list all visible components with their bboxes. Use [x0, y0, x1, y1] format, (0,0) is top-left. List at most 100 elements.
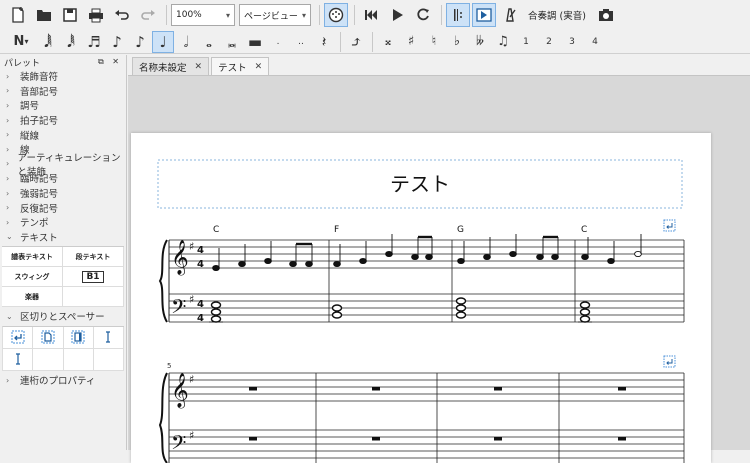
play-repeats-icon[interactable]	[446, 3, 470, 27]
palette-item-repeats[interactable]: › 反復記号	[0, 200, 126, 215]
voice-2-button[interactable]: 2	[538, 31, 560, 53]
treble-notes[interactable]	[212, 234, 642, 272]
rewind-icon[interactable]	[359, 3, 383, 27]
note-input-mode-icon[interactable]: N ▾	[6, 31, 36, 53]
tab-untitled[interactable]: 名称未設定 ✕	[132, 57, 210, 75]
staff-spacer-down-cell[interactable]	[93, 326, 124, 349]
treble-clef[interactable]: 𝄞	[171, 373, 189, 409]
voice-4-button[interactable]: 4	[584, 31, 606, 53]
close-icon[interactable]: ✕	[195, 62, 203, 72]
pan-score-icon[interactable]	[472, 3, 496, 27]
tie-icon[interactable]: ♫	[492, 31, 514, 53]
palette-item-time-signatures[interactable]: › 拍子記号	[0, 113, 126, 128]
palette-item-dynamics[interactable]: › 強弱記号	[0, 186, 126, 201]
palette-item-tempo[interactable]: › テンポ	[0, 215, 126, 230]
palette-item-text[interactable]: ⌄ テキスト	[0, 230, 126, 245]
undo-icon[interactable]	[110, 3, 134, 27]
staff-text-cell[interactable]: 譜表テキスト	[2, 247, 63, 268]
palette-item-beam-properties[interactable]: › 連桁のプロパティ	[0, 373, 126, 388]
palette-item-clefs[interactable]: › 音部記号	[0, 84, 126, 99]
bass-chords[interactable]	[209, 297, 592, 323]
open-folder-icon[interactable]	[32, 3, 56, 27]
key-signature-sharp[interactable]: ♯	[189, 240, 194, 253]
view-mode-select[interactable]: ページビュー ▾	[239, 4, 311, 26]
voice-1-button[interactable]: 1	[515, 31, 537, 53]
page-break-icon	[41, 330, 55, 344]
score-canvas[interactable]: テスト C F G C 𝄞 𝄢 ♯ ♯ 4 4 4 4 5 𝄞 𝄢 ♯ ♯	[128, 75, 750, 463]
flat-icon[interactable]: ♭	[446, 31, 468, 53]
key-signature-sharp[interactable]: ♯	[189, 293, 194, 306]
line-break-marker[interactable]	[663, 355, 676, 368]
bass-clef[interactable]: 𝄢	[171, 295, 186, 323]
voice-3-button[interactable]: 3	[561, 31, 583, 53]
longa-note-icon[interactable]: ▬	[244, 31, 266, 53]
eighth-note-icon[interactable]: ♪	[106, 31, 128, 53]
system-text-cell[interactable]: 段テキスト	[63, 247, 124, 268]
augmentation-dot-icon[interactable]: .	[267, 31, 289, 53]
score-page[interactable]: テスト C F G C 𝄞 𝄢 ♯ ♯ 4 4 4 4 5 𝄞 𝄢 ♯ ♯	[131, 133, 711, 463]
new-score-icon[interactable]	[6, 3, 30, 27]
chevron-right-icon: ›	[6, 100, 10, 110]
time-signature[interactable]: 4	[197, 259, 204, 270]
treble-clef[interactable]: 𝄞	[171, 240, 189, 276]
breve-note-icon[interactable]: 𝅜	[221, 31, 243, 53]
zoom-select[interactable]: 100% ▾	[171, 4, 235, 26]
flip-direction-icon[interactable]: ⤴	[345, 31, 367, 53]
palette-item-grace-notes[interactable]: › 装飾音符	[0, 69, 126, 84]
palette-item-articulations[interactable]: › アーティキュレーションと装飾	[0, 153, 126, 178]
whole-note-icon[interactable]: 𝅝	[198, 31, 220, 53]
16th-note-icon[interactable]: ♬	[83, 31, 105, 53]
sharp-icon[interactable]: ♯	[400, 31, 422, 53]
key-signature-sharp[interactable]: ♯	[189, 429, 194, 442]
chord-symbol[interactable]: C	[581, 225, 587, 235]
time-signature[interactable]: 4	[197, 299, 204, 310]
chord-symbol[interactable]: F	[334, 225, 339, 235]
instrument-change-cell[interactable]: 楽器	[2, 287, 63, 308]
32nd-note-icon[interactable]: 𝅘𝅥𝅱	[60, 31, 82, 53]
camera-icon[interactable]	[594, 3, 618, 27]
rest-icon[interactable]: 𝄽	[313, 31, 335, 53]
natural-icon[interactable]: ♮	[423, 31, 445, 53]
page-break-cell[interactable]	[33, 326, 64, 349]
double-dot-icon[interactable]: ..	[290, 31, 312, 53]
print-icon[interactable]	[84, 3, 108, 27]
palette-item-breaks[interactable]: ⌄ 区切りとスペーサー	[0, 309, 126, 324]
double-sharp-icon[interactable]: 𝄪	[377, 31, 399, 53]
system-1	[158, 239, 685, 323]
save-icon[interactable]	[58, 3, 82, 27]
midi-input-icon[interactable]	[324, 3, 348, 27]
palette-item-barlines[interactable]: › 縦線	[0, 127, 126, 142]
score-title[interactable]: テスト	[390, 172, 450, 196]
palette-item-key-signatures[interactable]: › 調号	[0, 98, 126, 113]
chord-symbol[interactable]: G	[457, 225, 464, 235]
bass-clef[interactable]: 𝄢	[171, 431, 186, 459]
rehearsal-mark-cell[interactable]: B1	[63, 267, 124, 288]
redo-icon[interactable]	[136, 3, 160, 27]
half-note-icon[interactable]: 𝅗𝅥	[175, 31, 197, 53]
concert-pitch-toggle[interactable]: 合奏調 (実音)	[528, 8, 586, 22]
time-signature[interactable]: 4	[197, 313, 204, 324]
time-signature[interactable]: 4	[197, 245, 204, 256]
64th-note-icon[interactable]: 𝅘𝅥𝅲	[37, 31, 59, 53]
tab-test[interactable]: テスト ✕	[211, 57, 270, 75]
close-icon[interactable]: ✕	[255, 62, 263, 72]
play-icon[interactable]	[385, 3, 409, 27]
swing-cell[interactable]: スウィング	[2, 267, 63, 288]
metronome-icon[interactable]	[498, 3, 522, 27]
chord-symbol[interactable]: C	[213, 225, 219, 235]
double-flat-icon[interactable]: 𝄫	[469, 31, 491, 53]
palette-item-label: テンポ	[20, 218, 49, 230]
whole-rests[interactable]	[249, 387, 626, 441]
palette-item-label: 連桁のプロパティ	[20, 376, 96, 388]
line-break-marker[interactable]	[663, 219, 676, 232]
text-palette-grid: 譜表テキスト 段テキスト スウィング B1 楽器	[2, 246, 124, 308]
palette-item-label: テキスト	[20, 232, 58, 244]
palette-window-controls[interactable]: ⧉ ✕	[98, 57, 122, 67]
line-break-cell[interactable]	[3, 326, 34, 349]
eighth-note-alt-icon[interactable]: ♪	[129, 31, 151, 53]
quarter-note-icon[interactable]: ♩	[152, 30, 174, 53]
loop-icon[interactable]	[411, 3, 435, 27]
section-break-cell[interactable]	[63, 326, 94, 349]
key-signature-sharp[interactable]: ♯	[189, 373, 194, 386]
staff-spacer-up-cell[interactable]	[3, 348, 34, 371]
